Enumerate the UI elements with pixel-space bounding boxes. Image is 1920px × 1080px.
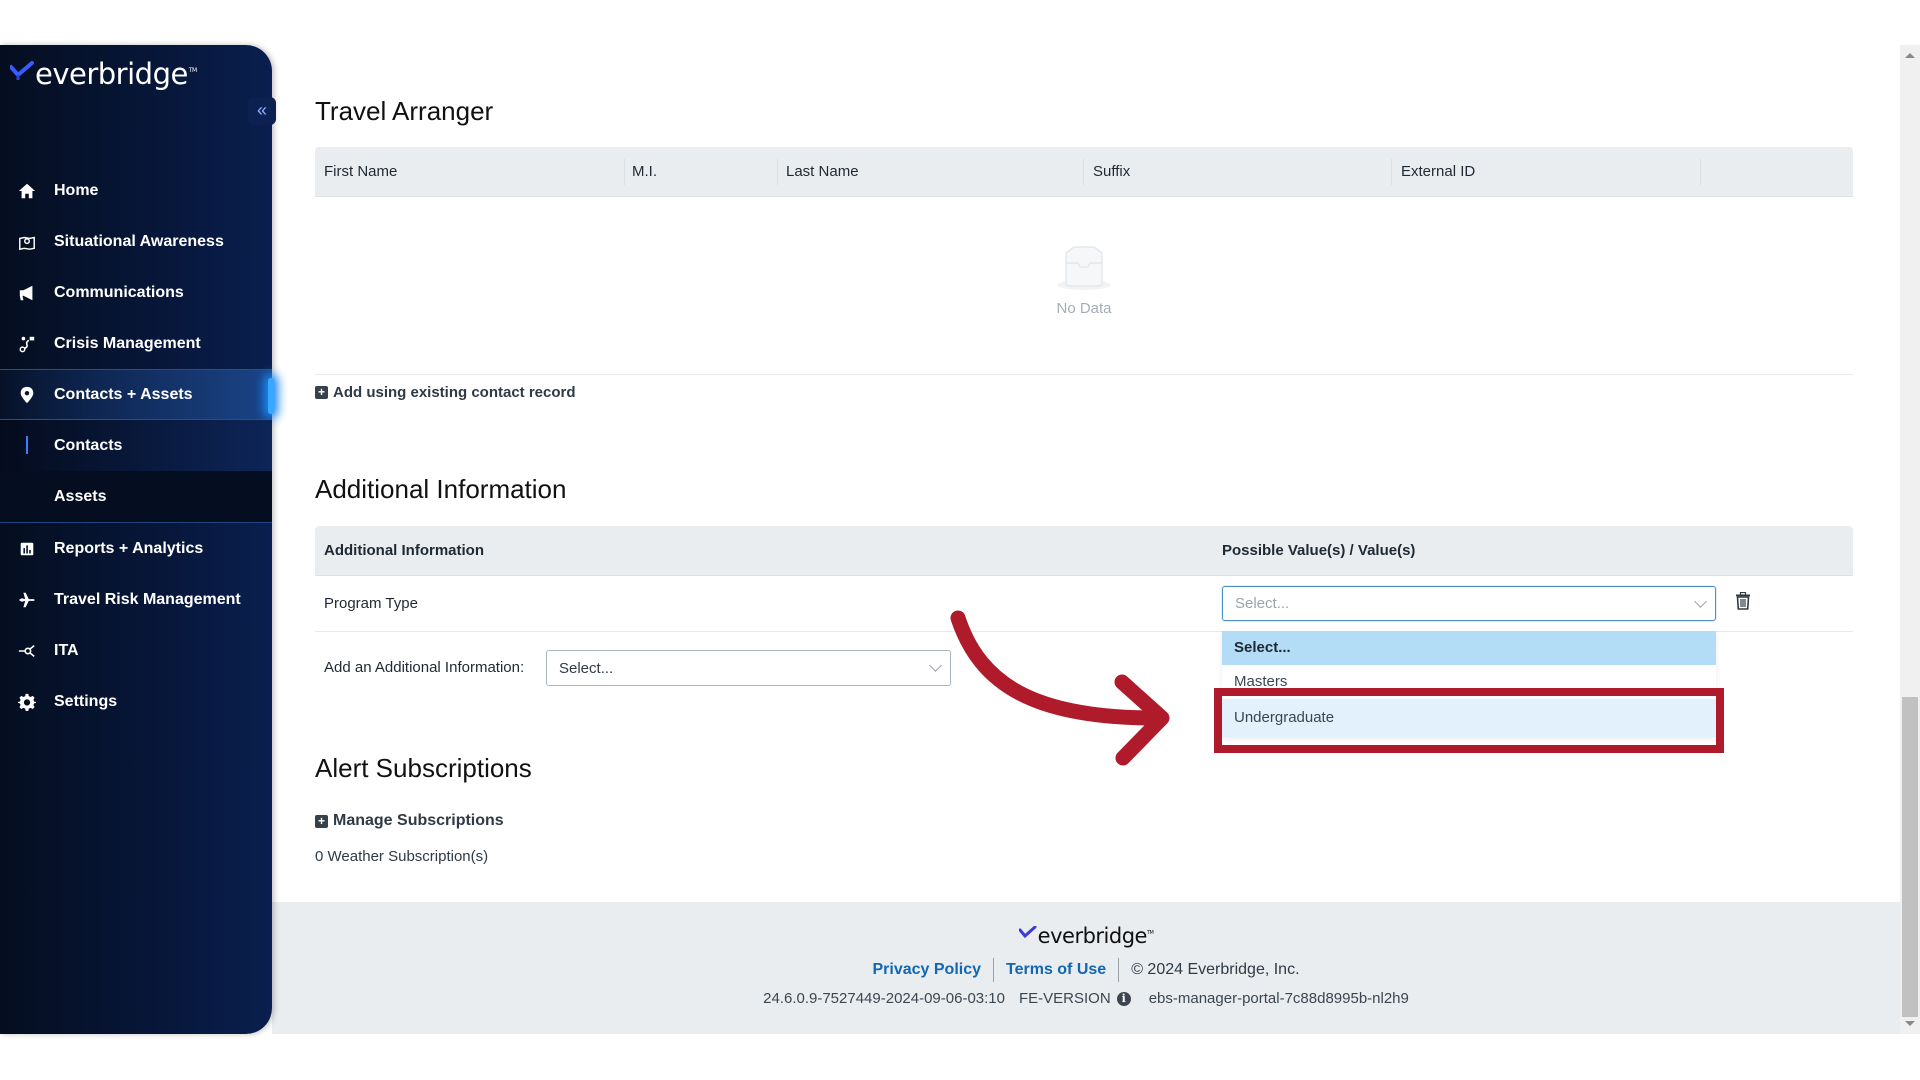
location-icon xyxy=(0,386,54,404)
column-first-name[interactable]: First Name xyxy=(324,147,397,197)
sidebar-item-reports-analytics[interactable]: Reports + Analytics xyxy=(0,523,272,574)
divider xyxy=(1118,958,1120,982)
column-last-name[interactable]: Last Name xyxy=(786,147,859,197)
scroll-down-arrow-icon[interactable] xyxy=(1905,1021,1915,1026)
plus-square-icon: + xyxy=(315,814,328,828)
contacts-assets-submenu: Contacts Assets xyxy=(0,420,272,523)
additional-info-table-header: Additional Information Possible Value(s)… xyxy=(315,526,1853,576)
sidebar-item-assets[interactable]: Assets xyxy=(0,471,272,522)
terms-of-use-link[interactable]: Terms of Use xyxy=(1006,961,1106,979)
network-icon xyxy=(0,642,54,660)
alert-subscriptions-title: Alert Subscriptions xyxy=(315,753,532,783)
sidebar-item-ita[interactable]: ITA xyxy=(0,625,272,676)
travel-arranger-title: Travel Arranger xyxy=(315,96,494,126)
sidebar-item-settings[interactable]: Settings xyxy=(0,676,272,727)
travel-arranger-table-header: First Name M.I. Last Name Suffix Externa… xyxy=(315,147,1853,197)
copyright: © 2024 Everbridge, Inc. xyxy=(1131,961,1300,978)
sidebar-item-situational-awareness[interactable]: Situational Awareness xyxy=(0,216,272,267)
scrollbar-thumb[interactable] xyxy=(1902,697,1918,1017)
sidebar-item-contacts[interactable]: Contacts xyxy=(0,420,272,471)
sidebar: everbridge TM « Home Situational Awarenes… xyxy=(0,45,276,1034)
no-data-text: No Data xyxy=(1056,300,1112,317)
column-possible-values: Possible Value(s) / Value(s) xyxy=(1222,542,1416,559)
plus-square-icon: + xyxy=(315,386,328,399)
bar-chart-icon xyxy=(0,540,54,558)
home-icon xyxy=(0,182,54,200)
delete-trash-icon[interactable] xyxy=(1735,592,1751,610)
current-indicator xyxy=(26,436,28,454)
build-version: 24.6.0.9-7527449-2024-09-06-03:10 xyxy=(763,990,1005,1007)
footer-links: Privacy Policy Terms of Use © 2024 Everb… xyxy=(272,958,1900,982)
add-additional-info-label: Add an Additional Information: xyxy=(324,659,525,676)
sidebar-item-travel-risk-management[interactable]: Travel Risk Management xyxy=(0,574,272,625)
sidebar-item-home[interactable]: Home xyxy=(0,165,272,216)
fe-version-label: FE-VERSION xyxy=(1019,990,1111,1007)
sidebar-item-contacts-assets[interactable]: Contacts + Assets xyxy=(0,369,274,420)
divider xyxy=(993,958,994,982)
sidebar-item-crisis-management[interactable]: Crisis Management xyxy=(0,318,272,369)
column-divider xyxy=(1083,159,1084,185)
empty-state: No Data xyxy=(1034,245,1134,317)
chevron-down-icon xyxy=(1694,594,1707,608)
curved-arrow-annotation xyxy=(950,610,1170,766)
column-suffix[interactable]: Suffix xyxy=(1093,147,1130,197)
column-divider xyxy=(624,159,625,185)
vertical-scrollbar[interactable] xyxy=(1900,45,1920,1034)
empty-inbox-icon xyxy=(1057,246,1111,290)
collapse-sidebar-button[interactable]: « xyxy=(248,97,276,125)
manage-subscriptions-link[interactable]: + Manage Subscriptions xyxy=(315,812,504,830)
column-divider xyxy=(777,159,778,185)
privacy-policy-link[interactable]: Privacy Policy xyxy=(872,961,981,979)
footer-logo: everbridge TM xyxy=(272,924,1900,948)
column-divider xyxy=(1700,159,1701,185)
everbridge-check-icon xyxy=(1018,926,1037,939)
everbridge-logo[interactable]: everbridge TM xyxy=(10,57,197,91)
column-mi[interactable]: M.I. xyxy=(632,147,657,197)
column-divider xyxy=(1391,159,1392,185)
divider xyxy=(315,374,1853,375)
route-icon xyxy=(0,335,54,353)
scroll-up-arrow-icon[interactable] xyxy=(1905,53,1915,58)
brand-name: everbridge xyxy=(35,57,188,91)
add-existing-contact-link[interactable]: + Add using existing contact record xyxy=(315,384,576,401)
program-type-select[interactable]: Select... xyxy=(1222,586,1716,621)
column-external-id[interactable]: External ID xyxy=(1401,147,1475,197)
weather-subscriptions-count: 0 Weather Subscription(s) xyxy=(315,848,489,865)
dropdown-option-select[interactable]: Select... xyxy=(1222,631,1716,665)
highlight-box xyxy=(1214,688,1724,753)
gear-icon xyxy=(0,693,54,711)
sidebar-item-communications[interactable]: Communications xyxy=(0,267,272,318)
additional-information-title: Additional Information xyxy=(315,474,567,504)
footer: everbridge TM Privacy Policy Terms of Use… xyxy=(272,902,1900,1034)
add-additional-info-select[interactable]: Select... xyxy=(546,650,951,686)
everbridge-check-icon xyxy=(10,61,34,80)
sidebar-nav: Home Situational Awareness Communication… xyxy=(0,165,274,727)
map-pin-icon xyxy=(0,233,54,251)
megaphone-icon xyxy=(0,284,54,302)
instance-name: ebs-manager-portal-7c88d8995b-nl2h9 xyxy=(1148,990,1409,1007)
double-chevron-left-icon: « xyxy=(256,100,267,120)
program-type-label: Program Type xyxy=(324,595,418,612)
info-icon[interactable]: i xyxy=(1116,991,1131,1006)
version-info: 24.6.0.9-7527449-2024-09-06-03:10 FE-VER… xyxy=(272,990,1900,1007)
airplane-icon xyxy=(0,591,54,609)
column-additional-information: Additional Information xyxy=(324,542,484,559)
